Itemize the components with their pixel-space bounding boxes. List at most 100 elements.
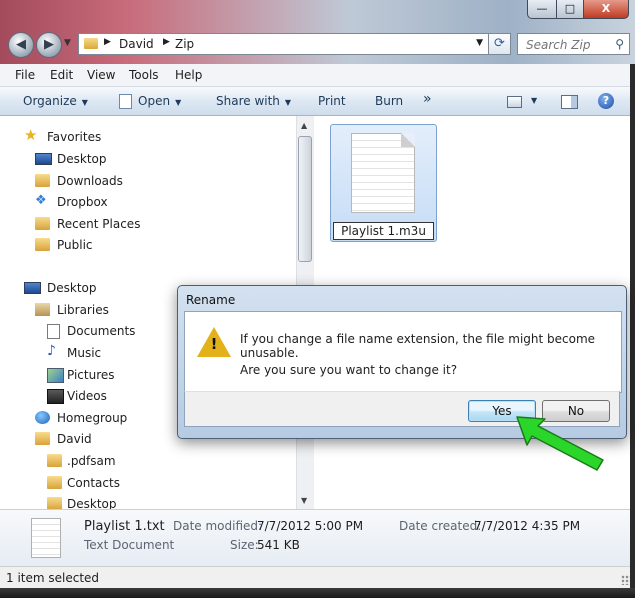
menu-edit[interactable]: Edit: [50, 68, 73, 82]
desktop-icon: [24, 282, 41, 294]
refresh-button[interactable]: ⟳: [488, 33, 511, 55]
dialog-title: Rename: [186, 293, 236, 307]
open-button[interactable]: Open ▼: [138, 94, 181, 108]
desktop-background: [0, 588, 635, 598]
nav-label: .pdfsam: [67, 454, 116, 468]
music-icon: ♪: [47, 343, 56, 359]
downloads-icon: [35, 174, 50, 187]
more-commands-button[interactable]: »: [423, 91, 432, 107]
share-with-button[interactable]: Share with ▼: [216, 94, 291, 108]
scroll-down-icon[interactable]: ▼: [301, 496, 307, 505]
organize-label: Organize: [23, 94, 77, 108]
scroll-thumb[interactable]: [298, 136, 312, 262]
menu-file[interactable]: File: [15, 68, 35, 82]
recent-places-icon: [35, 217, 50, 230]
green-arrow-annotation: [516, 416, 604, 471]
search-input[interactable]: [524, 35, 618, 55]
folder-icon: [47, 497, 62, 509]
details-pane: Playlist 1.txt Text Document Date modifi…: [0, 509, 635, 567]
nav-label: Homegroup: [57, 411, 128, 425]
forward-button[interactable]: ▶: [36, 32, 62, 58]
minimize-button[interactable]: —: [527, 0, 557, 19]
nav-label: Pictures: [67, 368, 115, 382]
breadcrumb-david[interactable]: David: [119, 37, 154, 51]
status-bar: 1 item selected: [0, 566, 635, 589]
breadcrumb-separator-icon[interactable]: ▶: [104, 37, 111, 47]
dialog-message: If you change a file name extension, the…: [240, 332, 596, 360]
nav-label: Desktop: [57, 152, 107, 166]
text-file-icon: [351, 133, 415, 213]
refresh-icon: ⟳: [494, 36, 505, 51]
details-size-label: Size:: [230, 538, 259, 552]
breadcrumb-zip[interactable]: Zip: [175, 37, 194, 51]
maximize-button[interactable]: □: [556, 0, 584, 19]
share-label: Share with: [216, 94, 280, 108]
details-size-value: 541 KB: [257, 538, 300, 552]
help-icon[interactable]: ?: [598, 93, 614, 109]
menu-view[interactable]: View: [87, 68, 115, 82]
star-icon: ★: [24, 126, 38, 144]
details-created-value: 7/7/2012 4:35 PM: [474, 519, 581, 533]
breadcrumb-separator-icon[interactable]: ▶: [163, 37, 170, 47]
dialog-question: Are you sure you want to change it?: [240, 363, 458, 377]
details-file-type: Text Document: [84, 538, 175, 552]
close-button[interactable]: X: [583, 0, 629, 19]
nav-label: Desktop: [47, 281, 97, 295]
address-bar[interactable]: ▶ David ▶ Zip ▼: [78, 33, 510, 55]
chevron-down-icon: ▼: [175, 98, 182, 107]
details-file-name: Playlist 1.txt: [84, 519, 165, 534]
nav-label: Contacts: [67, 476, 120, 490]
text-file-icon: [31, 518, 61, 558]
libraries-icon: [35, 303, 50, 316]
nav-label: Libraries: [57, 303, 109, 317]
nav-label: Favorites: [47, 130, 102, 144]
recent-pages-dropdown[interactable]: ▼: [64, 38, 71, 48]
homegroup-icon: [35, 411, 50, 424]
nav-label: Public: [57, 238, 93, 252]
burn-button[interactable]: Burn: [375, 94, 403, 108]
search-box[interactable]: ⚲: [517, 33, 630, 55]
command-bar: Organize ▼ Open ▼ Share with ▼ Print Burn »…: [0, 87, 635, 116]
nav-label: Music: [67, 346, 102, 360]
status-text: 1 item selected: [6, 571, 100, 585]
nav-label: Documents: [67, 324, 136, 338]
window-frame: [630, 64, 635, 588]
file-item[interactable]: Playlist 1.m3u: [330, 124, 437, 242]
search-icon[interactable]: ⚲: [615, 37, 624, 51]
change-view-icon[interactable]: [507, 96, 522, 108]
nav-label: Recent Places: [57, 217, 141, 231]
folder-icon: [47, 454, 62, 467]
menu-bar: File Edit View Tools Help: [0, 64, 635, 87]
back-button[interactable]: ◀: [8, 32, 34, 58]
organize-button[interactable]: Organize ▼: [23, 94, 88, 108]
user-folder-icon: [35, 432, 50, 445]
desktop-icon: [35, 153, 52, 165]
nav-label: Desktop: [67, 497, 117, 509]
nav-label: David: [57, 432, 92, 446]
warning-mark-icon: !: [210, 335, 218, 353]
address-dropdown-icon[interactable]: ▼: [476, 38, 483, 48]
chevron-down-icon: ▼: [284, 98, 292, 107]
chevron-down-icon: ▼: [81, 98, 88, 107]
rename-input[interactable]: Playlist 1.m3u: [333, 222, 434, 240]
nav-label: Videos: [67, 389, 107, 403]
details-modified-value: 7/7/2012 5:00 PM: [257, 519, 364, 533]
nav-label: Dropbox: [57, 195, 108, 209]
scroll-up-icon[interactable]: ▲: [301, 121, 307, 130]
documents-icon: [47, 324, 60, 339]
folder-icon: [84, 38, 98, 49]
preview-pane-icon[interactable]: [561, 95, 578, 109]
open-label: Open: [138, 94, 171, 108]
contacts-icon: [47, 476, 62, 489]
menu-help[interactable]: Help: [175, 68, 202, 82]
details-modified-label: Date modified:: [173, 519, 263, 533]
details-created-label: Date created:: [399, 519, 482, 533]
back-arrow-icon: ◀: [16, 37, 26, 52]
pictures-icon: [47, 368, 64, 383]
forward-arrow-icon: ▶: [44, 37, 54, 52]
view-options-dropdown-icon[interactable]: ▼: [531, 96, 537, 105]
menu-tools[interactable]: Tools: [129, 68, 159, 82]
dropbox-icon: ❖: [35, 193, 47, 208]
folder-icon: [35, 238, 50, 251]
print-button[interactable]: Print: [318, 94, 346, 108]
